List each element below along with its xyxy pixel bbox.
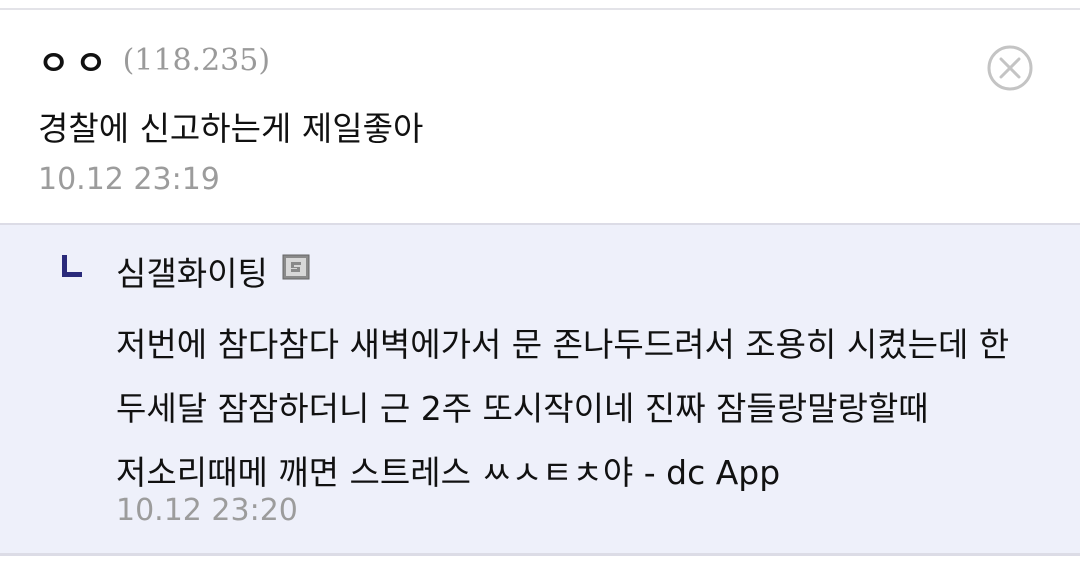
comment-thread: ㅇㅇ (118.235) 경찰에 신고하는게 제일좋아 10.12 23:19 … xyxy=(0,0,1080,568)
reply-nickname[interactable]: 심갤화이팅 xyxy=(116,247,268,295)
reply-author-row: 심갤화이팅 xyxy=(116,249,310,293)
reply-item: 심갤화이팅 저번에 참다참다 새벽에가서 문 존나두드려서 조용히 시켰는데 한… xyxy=(0,225,1080,553)
gallery-badge-icon xyxy=(282,254,310,280)
comment-text: 경찰에 신고하는게 제일좋아 xyxy=(38,109,424,148)
reply-divider xyxy=(0,553,1080,556)
close-icon[interactable] xyxy=(986,44,1034,92)
reply-timestamp: 10.12 23:20 xyxy=(116,493,298,528)
reply-arrow-icon xyxy=(62,255,82,277)
comment-ip: (118.235) xyxy=(122,42,271,78)
comment-item: ㅇㅇ (118.235) 경찰에 신고하는게 제일좋아 10.12 23:19 xyxy=(0,10,1080,223)
reply-text: 저번에 참다참다 새벽에가서 문 존나두드려서 조용히 시켰는데 한 두세달 잠… xyxy=(116,325,1010,492)
comment-author-row: ㅇㅇ (118.235) xyxy=(38,36,271,85)
comment-nickname[interactable]: ㅇㅇ xyxy=(38,36,113,85)
comment-timestamp: 10.12 23:19 xyxy=(38,162,220,197)
